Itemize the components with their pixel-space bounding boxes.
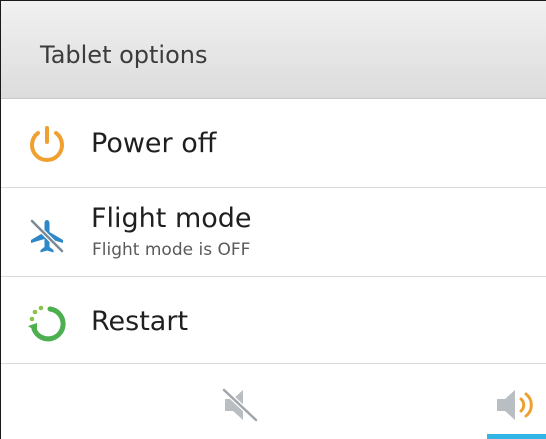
restart-label: Restart (91, 306, 189, 337)
flight-mode-status: Flight mode is OFF (92, 240, 251, 260)
sound-on-button[interactable] (493, 386, 543, 424)
tablet-options-dialog: Tablet options Power off Flight mode Fli… (0, 0, 546, 439)
sound-mode-bar (1, 364, 546, 439)
mute-icon (220, 386, 260, 424)
power-off-option[interactable]: Power off (1, 99, 546, 188)
dialog-header: Tablet options (1, 1, 546, 99)
dialog-title: Tablet options (40, 41, 208, 69)
restart-option[interactable]: Restart (1, 277, 546, 364)
flight-mode-option[interactable]: Flight mode Flight mode is OFF (1, 188, 546, 277)
flight-mode-label: Flight mode (91, 203, 252, 234)
power-off-label: Power off (91, 128, 217, 159)
power-icon (25, 123, 69, 167)
airplane-off-icon (25, 214, 69, 258)
speaker-icon (497, 390, 533, 420)
restart-icon (25, 301, 69, 345)
selected-mode-indicator (487, 434, 546, 439)
silent-mode-button[interactable] (219, 386, 263, 424)
